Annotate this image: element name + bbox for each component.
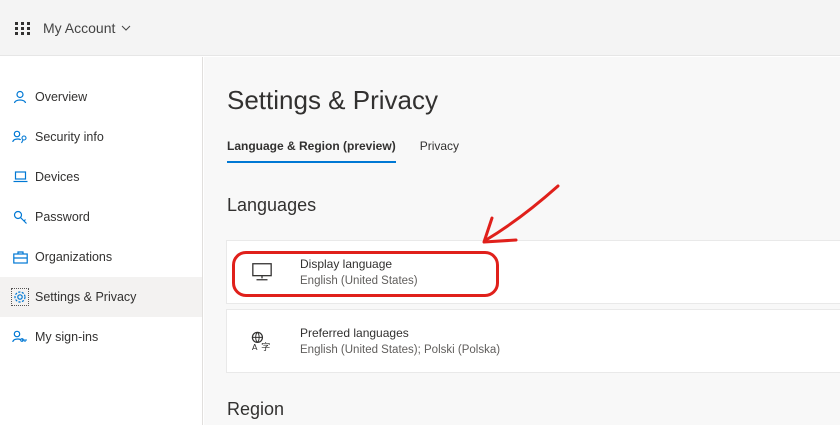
sidebar-item-label: Security info bbox=[35, 130, 104, 144]
laptop-icon bbox=[12, 169, 28, 185]
sidebar-item-label: Password bbox=[35, 210, 90, 224]
preferred-languages-value: English (United States); Polski (Polska) bbox=[300, 344, 501, 356]
languages-heading: Languages bbox=[227, 195, 317, 215]
person-icon bbox=[12, 89, 28, 105]
translate-icon: A字 bbox=[251, 330, 273, 352]
app-launcher-icon[interactable] bbox=[15, 21, 31, 35]
tab-privacy[interactable]: Privacy bbox=[420, 139, 459, 163]
person-key-icon bbox=[12, 329, 28, 345]
display-language-card[interactable]: Display language English (United States) bbox=[226, 240, 840, 304]
svg-text:字: 字 bbox=[261, 341, 270, 352]
main-content: Settings & Privacy Language & Region (pr… bbox=[204, 57, 840, 425]
tab-language-region[interactable]: Language & Region (preview) bbox=[227, 139, 396, 163]
sidebar-item-label: My sign-ins bbox=[35, 330, 99, 344]
gear-icon bbox=[11, 288, 29, 306]
sidebar-nav: Overview Security info Devices Password … bbox=[0, 77, 202, 357]
page-title: Settings & Privacy bbox=[227, 85, 438, 115]
sidebar-item-overview[interactable]: Overview bbox=[0, 77, 202, 117]
sidebar: Overview Security info Devices Password … bbox=[0, 57, 203, 425]
sidebar-item-organizations[interactable]: Organizations bbox=[0, 237, 202, 277]
display-language-text: Display language English (United States) bbox=[300, 257, 418, 287]
top-bar: My Account bbox=[0, 0, 840, 56]
app-title: My Account bbox=[43, 19, 116, 36]
sidebar-item-my-sign-ins[interactable]: My sign-ins bbox=[0, 317, 202, 357]
sidebar-item-label: Overview bbox=[35, 90, 88, 104]
key-icon bbox=[12, 209, 28, 225]
preferred-languages-card[interactable]: A字 Preferred languages English (United S… bbox=[226, 309, 840, 373]
key-person-icon bbox=[12, 129, 28, 145]
sidebar-item-devices[interactable]: Devices bbox=[0, 157, 202, 197]
display-language-title: Display language bbox=[300, 257, 393, 271]
monitor-icon bbox=[251, 261, 273, 283]
sidebar-item-label: Settings & Privacy bbox=[35, 290, 137, 304]
sidebar-item-password[interactable]: Password bbox=[0, 197, 202, 237]
sidebar-item-security-info[interactable]: Security info bbox=[0, 117, 202, 157]
tab-bar: Language & Region (preview) Privacy bbox=[227, 139, 483, 163]
svg-text:A: A bbox=[252, 342, 258, 352]
chevron-down-icon bbox=[122, 25, 131, 31]
sidebar-item-settings-privacy[interactable]: Settings & Privacy bbox=[0, 277, 202, 317]
region-heading: Region bbox=[227, 399, 285, 419]
sidebar-item-label: Organizations bbox=[35, 250, 113, 264]
display-language-value: English (United States) bbox=[300, 275, 418, 287]
app-title-menu[interactable]: My Account bbox=[43, 20, 131, 36]
preferred-languages-title: Preferred languages bbox=[300, 326, 409, 340]
briefcase-icon bbox=[12, 249, 28, 265]
preferred-languages-text: Preferred languages English (United Stat… bbox=[300, 326, 500, 356]
sidebar-item-label: Devices bbox=[35, 170, 80, 184]
